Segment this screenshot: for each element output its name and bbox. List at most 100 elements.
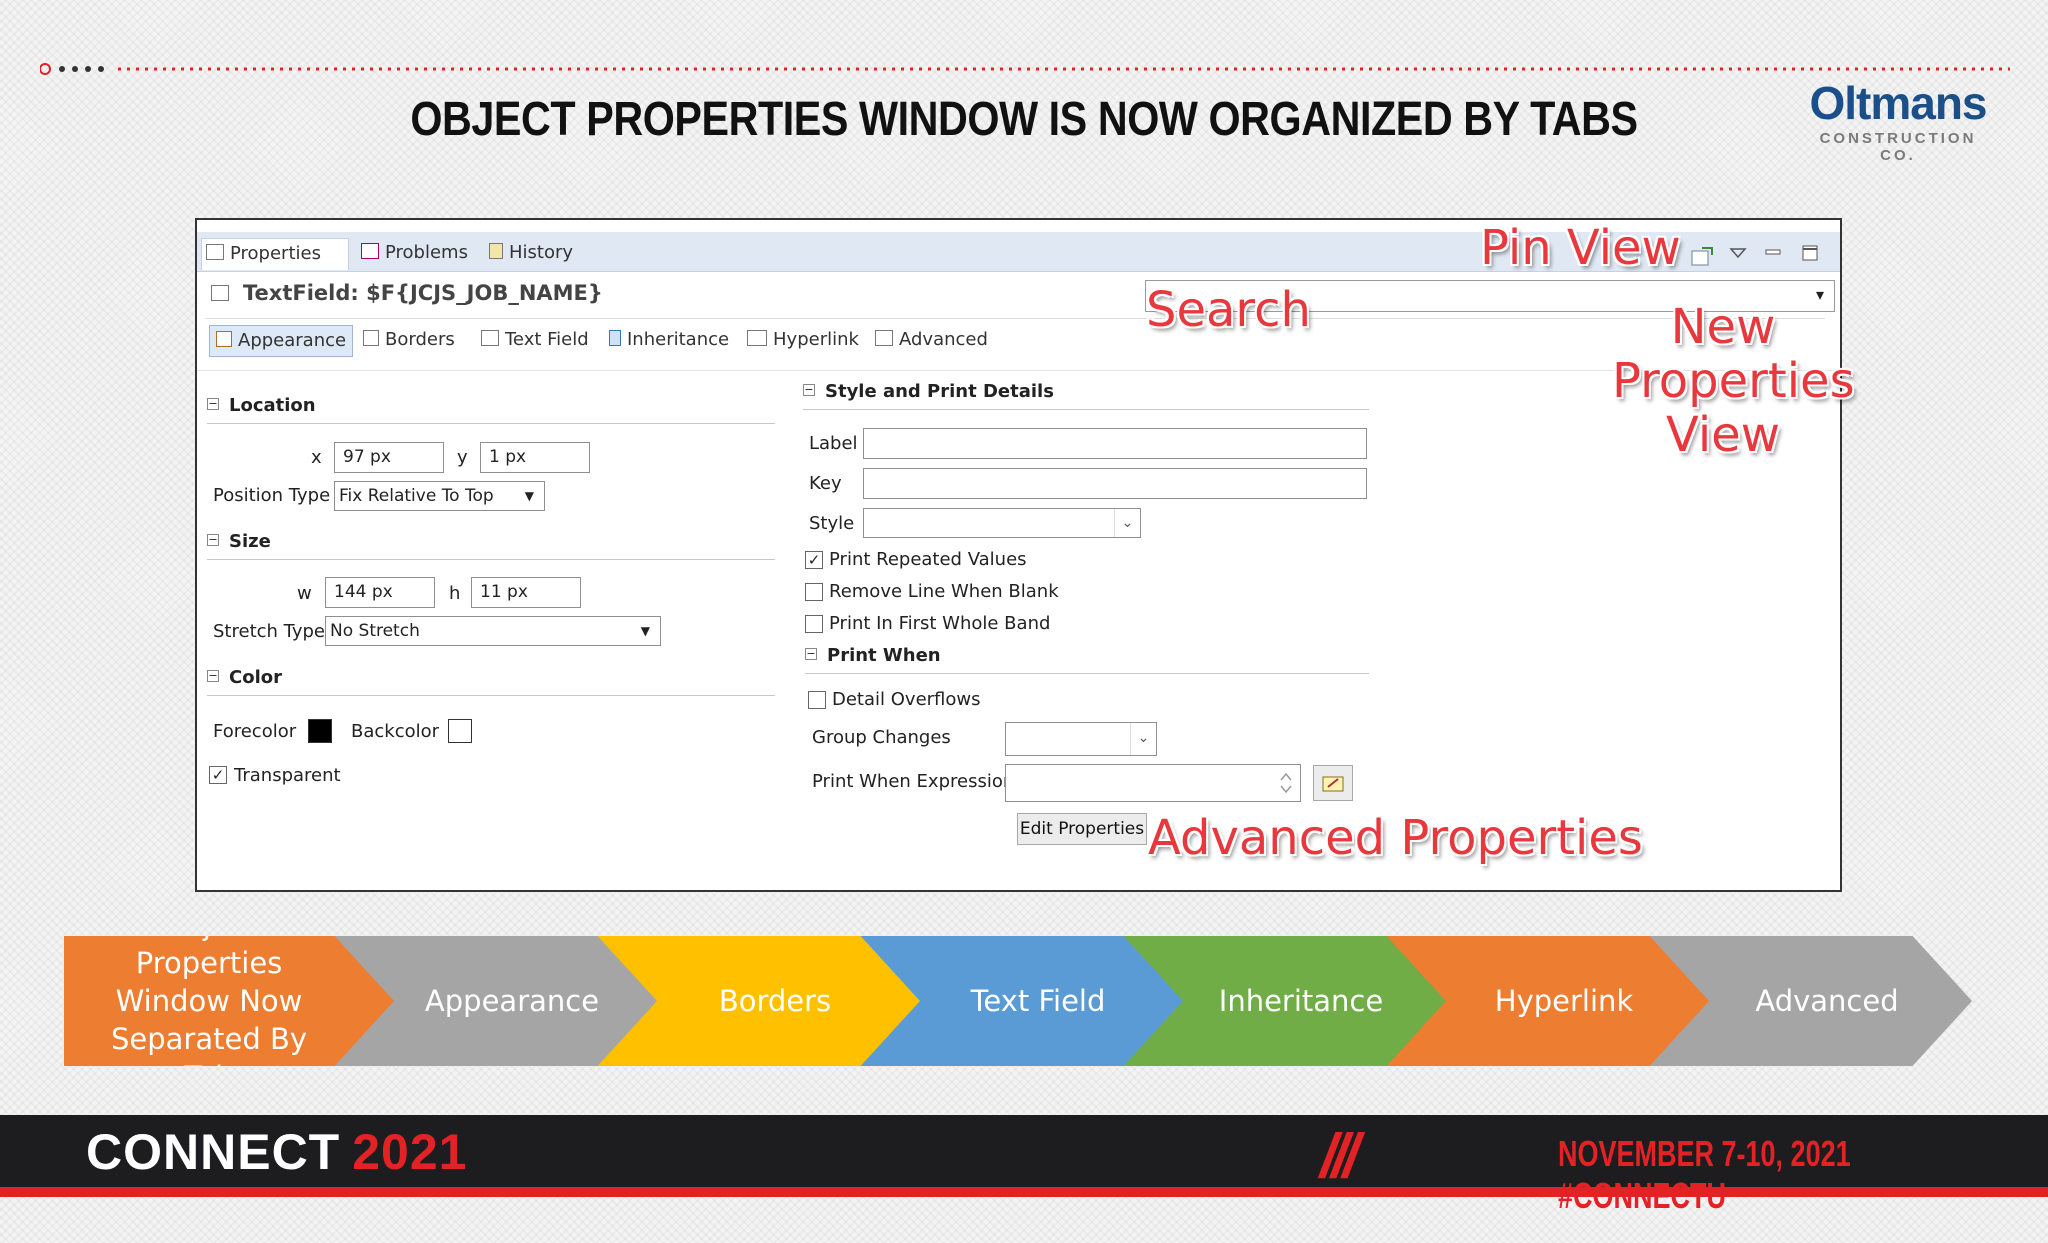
tab-label: Borders: [385, 329, 455, 350]
tab-label: History: [509, 242, 574, 263]
print-first-band-label: Print In First Whole Band: [829, 613, 1051, 634]
backcolor-swatch[interactable]: [448, 719, 472, 743]
tab-properties[interactable]: Properties ☒: [201, 238, 349, 293]
transparent-checkbox[interactable]: ✓: [209, 766, 227, 784]
search-annotation: Search: [1146, 282, 1311, 338]
tab-label: Advanced: [899, 329, 988, 350]
key-label: Key: [809, 473, 842, 494]
selection-title: TextField: $F{JCJS_JOB_NAME}: [243, 281, 603, 305]
slide: OBJECT PROPERTIES WINDOW IS NOW ORGANIZE…: [0, 0, 2048, 1243]
position-type-label: Position Type: [213, 485, 331, 506]
remove-line-label: Remove Line When Blank: [829, 581, 1059, 602]
hyperlink-icon: [747, 330, 767, 346]
style-label: Style: [809, 513, 855, 534]
process-step-label: Advanced: [1755, 984, 1899, 1018]
print-repeated-label: Print Repeated Values: [829, 549, 1027, 570]
chevron-down-icon: ⌄: [1114, 509, 1140, 537]
tab-label: Properties: [230, 243, 321, 264]
process-step-label: Text Field: [970, 984, 1106, 1018]
group-changes-select[interactable]: ⌄: [1005, 722, 1157, 756]
transparent-label: Transparent: [234, 765, 341, 786]
forecolor-swatch[interactable]: [308, 719, 332, 743]
label-input[interactable]: [863, 428, 1367, 459]
process-step-label: Borders: [718, 984, 832, 1018]
group-changes-label: Group Changes: [812, 727, 951, 748]
advanced-properties-annotation: Advanced Properties: [1148, 810, 1643, 866]
pin-view-annotation: Pin View: [1480, 220, 1681, 276]
backcolor-label: Backcolor: [351, 721, 440, 742]
stretch-type-select[interactable]: No Stretch ▼: [325, 616, 661, 646]
textfield-icon: [211, 285, 229, 301]
appearance-icon: [216, 331, 232, 347]
position-type-select[interactable]: Fix Relative To Top ▼: [334, 481, 545, 511]
inheritance-icon: [609, 330, 621, 346]
slash-graphic: ///: [1320, 1122, 1360, 1191]
footer-bar: CONNECT 2021 /// NOVEMBER 7-10, 2021 #CON…: [0, 1115, 2048, 1216]
pin-icon[interactable]: [1690, 245, 1714, 267]
stretch-type-label: Stretch Type: [213, 621, 325, 642]
location-section-header[interactable]: − Location: [207, 395, 316, 416]
detail-overflows-checkbox[interactable]: [808, 691, 826, 709]
brand-year: 2021: [352, 1124, 468, 1180]
section-title: Color: [229, 667, 282, 688]
expression-editor-button[interactable]: [1313, 765, 1353, 801]
print-first-band-checkbox[interactable]: [805, 615, 823, 633]
size-section-header[interactable]: − Size: [207, 531, 271, 552]
print-when-expression-label: Print When Expression: [812, 771, 1015, 792]
tab-hyperlink[interactable]: Hyperlink: [747, 325, 859, 357]
edit-properties-button[interactable]: Edit Properties: [1017, 813, 1147, 845]
dropdown-arrow-icon: ▼: [640, 624, 650, 638]
annotation-line: New: [1670, 299, 1776, 355]
spinner-icon[interactable]: [1277, 769, 1295, 797]
text-field-icon: [481, 330, 499, 346]
tab-text-field[interactable]: Text Field: [481, 325, 589, 357]
forecolor-label: Forecolor: [213, 721, 297, 742]
slide-title: OBJECT PROPERTIES WINDOW IS NOW ORGANIZE…: [410, 93, 1638, 146]
collapse-icon[interactable]: −: [803, 384, 815, 396]
h-label: h: [449, 583, 461, 604]
collapse-icon[interactable]: −: [207, 534, 219, 546]
section-title: Style and Print Details: [825, 381, 1054, 402]
tab-inheritance[interactable]: Inheritance: [609, 325, 729, 357]
style-print-section-header[interactable]: − Style and Print Details: [803, 381, 1054, 402]
x-input[interactable]: 97 px: [334, 442, 444, 473]
properties-window: Properties ☒ Problems History: [195, 218, 1842, 892]
history-icon: [489, 243, 503, 259]
print-when-expression-input[interactable]: [1005, 764, 1301, 802]
event-date-hashtag: NOVEMBER 7-10, 2021 #CONNECTU: [1558, 1133, 1851, 1216]
tab-borders[interactable]: Borders: [363, 325, 455, 357]
tab-label: Inheritance: [627, 329, 730, 350]
h-input[interactable]: 11 px: [471, 577, 581, 608]
print-repeated-checkbox[interactable]: ✓: [805, 551, 823, 569]
section-title: Size: [229, 531, 271, 552]
key-input[interactable]: [863, 468, 1367, 499]
detail-overflows-label: Detail Overflows: [832, 689, 981, 710]
collapse-icon[interactable]: −: [805, 648, 817, 660]
tab-problems[interactable]: Problems: [357, 238, 468, 270]
tab-appearance[interactable]: Appearance: [209, 325, 354, 357]
brand-name: CONNECT: [86, 1124, 341, 1180]
new-properties-view-annotation: New Properties View: [1612, 299, 1855, 462]
collapse-icon[interactable]: −: [207, 670, 219, 682]
tab-advanced[interactable]: Advanced: [875, 325, 988, 357]
connect-brand: CONNECT 2021: [86, 1123, 467, 1181]
print-when-section-header[interactable]: − Print When: [805, 645, 941, 666]
annotation-line: Properties: [1612, 353, 1855, 409]
collapse-icon[interactable]: −: [207, 398, 219, 410]
divider: [207, 559, 775, 560]
style-select[interactable]: ⌄: [863, 508, 1141, 538]
x-label: x: [311, 447, 322, 468]
dotted-divider: [40, 63, 2010, 75]
divider: [207, 695, 775, 696]
tab-label: Hyperlink: [773, 329, 859, 350]
remove-line-checkbox[interactable]: [805, 583, 823, 601]
y-input[interactable]: 1 px: [480, 442, 590, 473]
w-input[interactable]: 144 px: [325, 577, 435, 608]
tab-history[interactable]: History: [485, 238, 573, 270]
view-menu-icon[interactable]: [1729, 246, 1747, 260]
minimize-icon[interactable]: [1764, 246, 1782, 260]
property-tab-bar: Appearance Borders Text Field Inheritanc…: [205, 318, 1825, 362]
process-step-label: Appearance: [424, 984, 600, 1018]
color-section-header[interactable]: − Color: [207, 667, 282, 688]
maximize-icon[interactable]: [1801, 244, 1819, 262]
